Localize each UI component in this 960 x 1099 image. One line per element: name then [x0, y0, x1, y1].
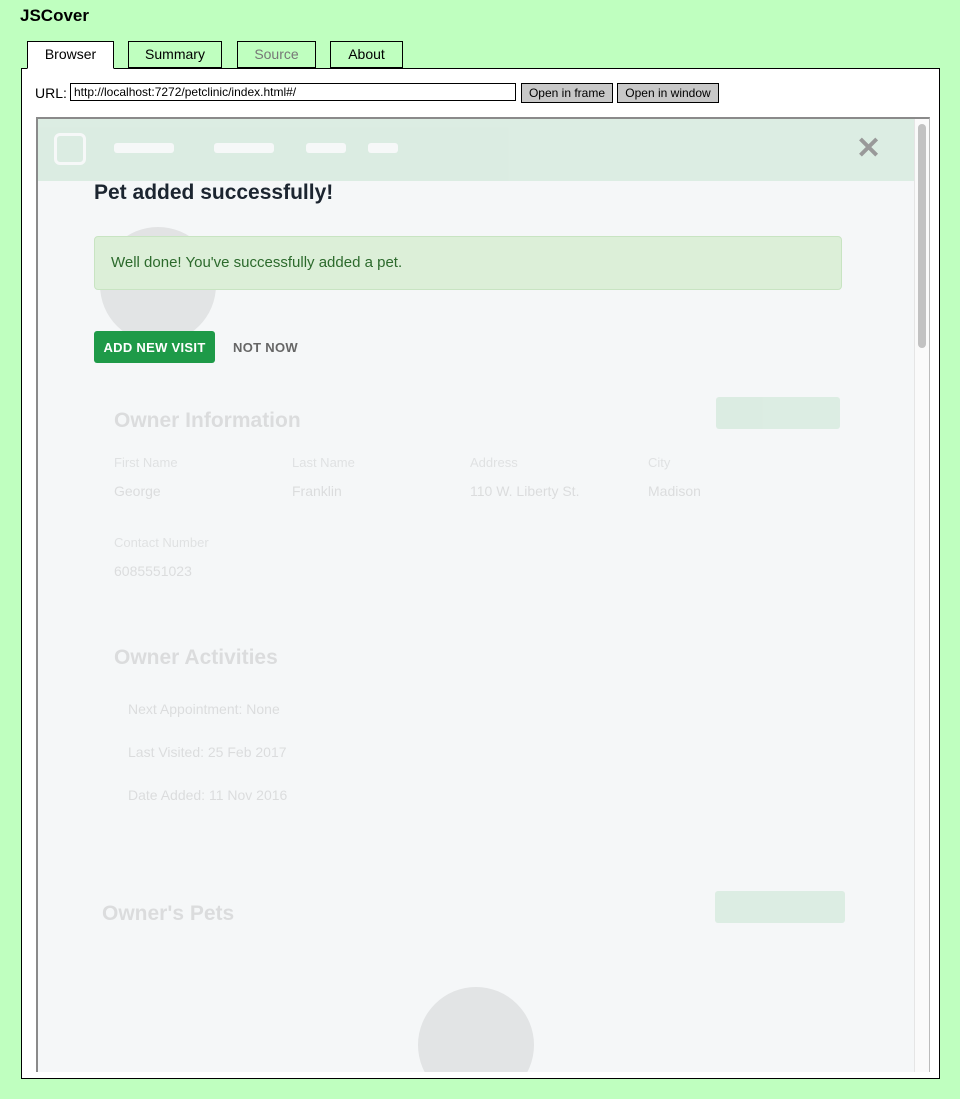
scrollbar-thumb[interactable] — [918, 124, 926, 348]
last-visited: Last Visited: 25 Feb 2017 — [128, 744, 287, 760]
next-appointment: Next Appointment: None — [128, 701, 280, 717]
nav-link — [214, 143, 274, 153]
success-alert: Well done! You've successfully added a p… — [94, 236, 842, 290]
nav-link — [368, 143, 398, 153]
address-label: Address — [470, 455, 518, 470]
nav-link — [114, 143, 174, 153]
add-new-visit-button[interactable]: ADD NEW VISIT — [94, 331, 215, 363]
first-name-value: George — [114, 483, 161, 499]
open-in-frame-button[interactable]: Open in frame — [521, 83, 613, 103]
last-name-label: Last Name — [292, 455, 355, 470]
address-value: 110 W. Liberty St. — [470, 483, 580, 499]
app-frame: Owner Information First Name George Last… — [36, 117, 930, 1072]
phone-value: 6085551023 — [114, 563, 192, 579]
background-navbar — [38, 119, 916, 181]
not-now-button[interactable]: NOT NOW — [233, 340, 298, 355]
close-icon[interactable]: ✕ — [856, 134, 881, 164]
open-in-window-button[interactable]: Open in window — [617, 83, 719, 103]
owner-activities-heading: Owner Activities — [114, 646, 278, 669]
url-label: URL: — [35, 85, 67, 101]
frame-scrollbar[interactable] — [914, 119, 929, 1072]
phone-label: Contact Number — [114, 535, 209, 550]
tab-about[interactable]: About — [330, 41, 403, 68]
pet-avatar — [418, 987, 534, 1072]
modal-title: Pet added successfully! — [94, 181, 334, 204]
tab-browser[interactable]: Browser — [27, 41, 114, 69]
city-label: City — [648, 455, 671, 470]
tab-source[interactable]: Source — [237, 41, 316, 68]
logo-icon — [54, 133, 86, 165]
first-name-label: First Name — [114, 455, 178, 470]
tab-summary[interactable]: Summary — [128, 41, 222, 68]
add-new-pet-button — [715, 891, 845, 923]
date-added: Date Added: 11 Nov 2016 — [128, 787, 288, 803]
city-value: Madison — [648, 483, 701, 499]
browser-panel: URL: Open in frame Open in window Owner … — [21, 68, 940, 1079]
nav-link — [306, 143, 346, 153]
app-title: JSCover — [20, 6, 89, 25]
url-input[interactable] — [70, 83, 516, 101]
last-name-value: Franklin — [292, 483, 342, 499]
success-alert-text: Well done! You've successfully added a p… — [111, 254, 403, 271]
edit-owner-button — [716, 397, 840, 429]
owners-pets-heading: Owner's Pets — [102, 902, 235, 925]
owner-info-heading: Owner Information — [114, 409, 301, 432]
